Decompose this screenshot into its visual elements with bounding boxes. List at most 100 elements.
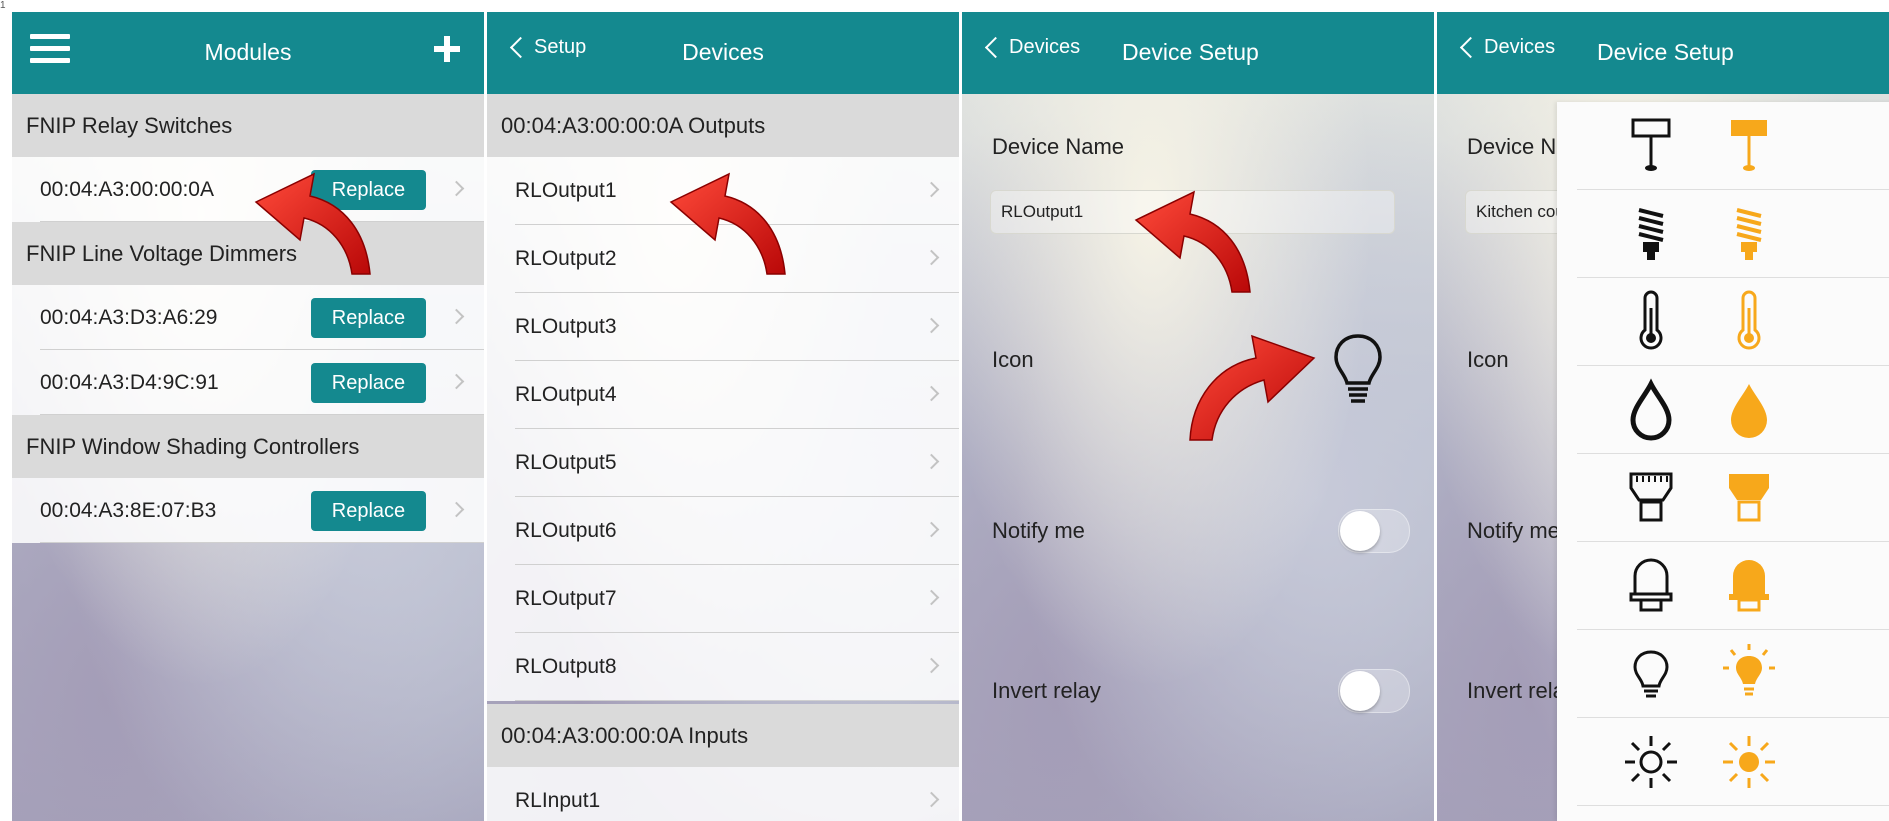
chevron-right-icon: [448, 373, 465, 390]
input-label: RLInput1: [515, 789, 601, 812]
icon-row[interactable]: [1557, 366, 1889, 454]
cfl-bulb-icon[interactable]: [1619, 202, 1683, 266]
add-icon[interactable]: [434, 36, 460, 62]
section-header: FNIP Line Voltage Dimmers: [12, 222, 484, 285]
curved-arrow-icon: [1189, 334, 1316, 441]
invert-relay-label: Invert relay: [992, 678, 1101, 703]
navbar: Devices Device Setup: [1437, 12, 1889, 94]
chevron-right-icon: [448, 308, 465, 325]
icon-label: Icon: [1467, 347, 1509, 372]
light-bulb-icon[interactable]: [1328, 330, 1388, 410]
output-label: RLOutput8: [515, 655, 617, 678]
output-row[interactable]: RLOutput8: [487, 633, 959, 701]
chevron-right-icon: [923, 317, 940, 334]
thermometer-lit-icon[interactable]: [1717, 290, 1781, 354]
module-mac: 00:04:A3:D4:9C:91: [40, 371, 219, 394]
chevron-right-icon: [923, 453, 940, 470]
module-row[interactable]: 00:04:A3:D4:9C:91 Replace: [12, 350, 484, 415]
device-name-label: Device Name: [992, 134, 1125, 159]
output-row[interactable]: RLOutput7: [487, 565, 959, 633]
module-row[interactable]: 00:04:A3:00:00:0A Replace: [12, 157, 484, 222]
output-row[interactable]: RLOutput5: [487, 429, 959, 497]
output-label: RLOutput1: [515, 179, 617, 202]
rounded-bulb-lit-icon[interactable]: [1717, 554, 1781, 618]
light-bulb-lit-icon[interactable]: [1717, 642, 1781, 706]
output-row[interactable]: RLOutput4: [487, 361, 959, 429]
section-header: 00:04:A3:00:00:0A Inputs: [487, 704, 959, 767]
icon-row[interactable]: [1557, 278, 1889, 366]
module-mac: 00:04:A3:8E:07:B3: [40, 499, 217, 522]
module-mac: 00:04:A3:00:00:0A: [40, 178, 214, 201]
back-label: Devices: [1009, 36, 1081, 58]
light-bulb-icon[interactable]: [1619, 642, 1683, 706]
navbar: Setup Devices: [487, 12, 959, 94]
section-header: FNIP Relay Switches: [12, 94, 484, 157]
page-title: Device Setup: [1122, 39, 1259, 65]
icon-row[interactable]: [1557, 190, 1889, 278]
sun-lit-icon[interactable]: [1717, 730, 1781, 794]
icon-row[interactable]: [1557, 454, 1889, 542]
water-drop-icon[interactable]: [1619, 378, 1683, 442]
output-label: RLOutput3: [515, 315, 617, 338]
output-row[interactable]: RLOutput6: [487, 497, 959, 565]
chevron-right-icon: [923, 181, 940, 198]
water-drop-lit-icon[interactable]: [1717, 378, 1781, 442]
devices-screen: Setup Devices 00:04:A3:00:00:0A Outputs …: [487, 12, 959, 821]
chevron-left-icon: [1459, 36, 1482, 59]
back-button[interactable]: Devices: [982, 36, 1080, 59]
curved-arrow-icon: [1134, 190, 1251, 293]
thermometer-icon[interactable]: [1619, 290, 1683, 354]
cfl-bulb-lit-icon[interactable]: [1717, 202, 1781, 266]
replace-button[interactable]: Replace: [311, 298, 426, 338]
icon-row[interactable]: [1557, 102, 1889, 190]
chevron-right-icon: [923, 657, 940, 674]
pendant-lamp-lit-icon[interactable]: [1717, 114, 1781, 178]
section-header: FNIP Window Shading Controllers: [12, 415, 484, 478]
chevron-right-icon: [923, 791, 940, 808]
navbar: Devices Device Setup: [962, 12, 1434, 94]
notify-label: Notify me: [1467, 518, 1560, 543]
notify-toggle[interactable]: [1338, 509, 1410, 553]
modules-screen: Modules FNIP Relay Switches 00:04:A3:00:…: [12, 12, 484, 821]
chevron-right-icon: [923, 589, 940, 606]
page-title: Devices: [682, 39, 764, 65]
page-title: Modules: [204, 39, 292, 65]
back-button[interactable]: Devices: [1457, 36, 1555, 59]
section-header: 00:04:A3:00:00:0A Outputs: [487, 94, 959, 157]
chevron-left-icon: [984, 36, 1007, 59]
sun-icon[interactable]: [1619, 730, 1683, 794]
led-spot-lit-icon[interactable]: [1717, 466, 1781, 530]
output-row[interactable]: RLOutput3: [487, 293, 959, 361]
chevron-right-icon: [448, 180, 465, 197]
replace-button[interactable]: Replace: [311, 363, 426, 403]
icon-label: Icon: [992, 347, 1034, 372]
pendant-lamp-icon[interactable]: [1619, 114, 1683, 178]
replace-button[interactable]: Replace: [311, 491, 426, 531]
curved-arrow-icon: [669, 172, 786, 275]
input-row[interactable]: RLInput1: [487, 767, 959, 821]
output-label: RLOutput5: [515, 451, 617, 474]
chevron-right-icon: [923, 385, 940, 402]
icon-row[interactable]: [1557, 630, 1889, 718]
icon-row[interactable]: [1557, 542, 1889, 630]
toggle-knob: [1340, 671, 1380, 711]
rounded-bulb-icon[interactable]: [1619, 554, 1683, 618]
led-spot-icon[interactable]: [1619, 466, 1683, 530]
chevron-right-icon: [923, 521, 940, 538]
output-label: RLOutput2: [515, 247, 617, 270]
output-label: RLOutput4: [515, 383, 617, 406]
output-label: RLOutput6: [515, 519, 617, 542]
output-label: RLOutput7: [515, 587, 617, 610]
icon-row[interactable]: [1557, 718, 1889, 806]
module-mac: 00:04:A3:D3:A6:29: [40, 306, 218, 329]
module-row[interactable]: 00:04:A3:D3:A6:29 Replace: [12, 285, 484, 350]
invert-relay-toggle[interactable]: [1338, 669, 1410, 713]
device-setup-icon-picker-screen: Devices Device Setup Device Nar Icon Not…: [1437, 12, 1889, 821]
curved-arrow-icon: [254, 172, 371, 275]
device-setup-screen: Devices Device Setup Device Name Icon No…: [962, 12, 1434, 821]
module-row[interactable]: 00:04:A3:8E:07:B3 Replace: [12, 478, 484, 543]
chevron-right-icon: [448, 501, 465, 518]
navbar: Modules: [12, 12, 484, 94]
icon-picker: [1557, 102, 1889, 821]
back-label: Devices: [1484, 36, 1556, 58]
